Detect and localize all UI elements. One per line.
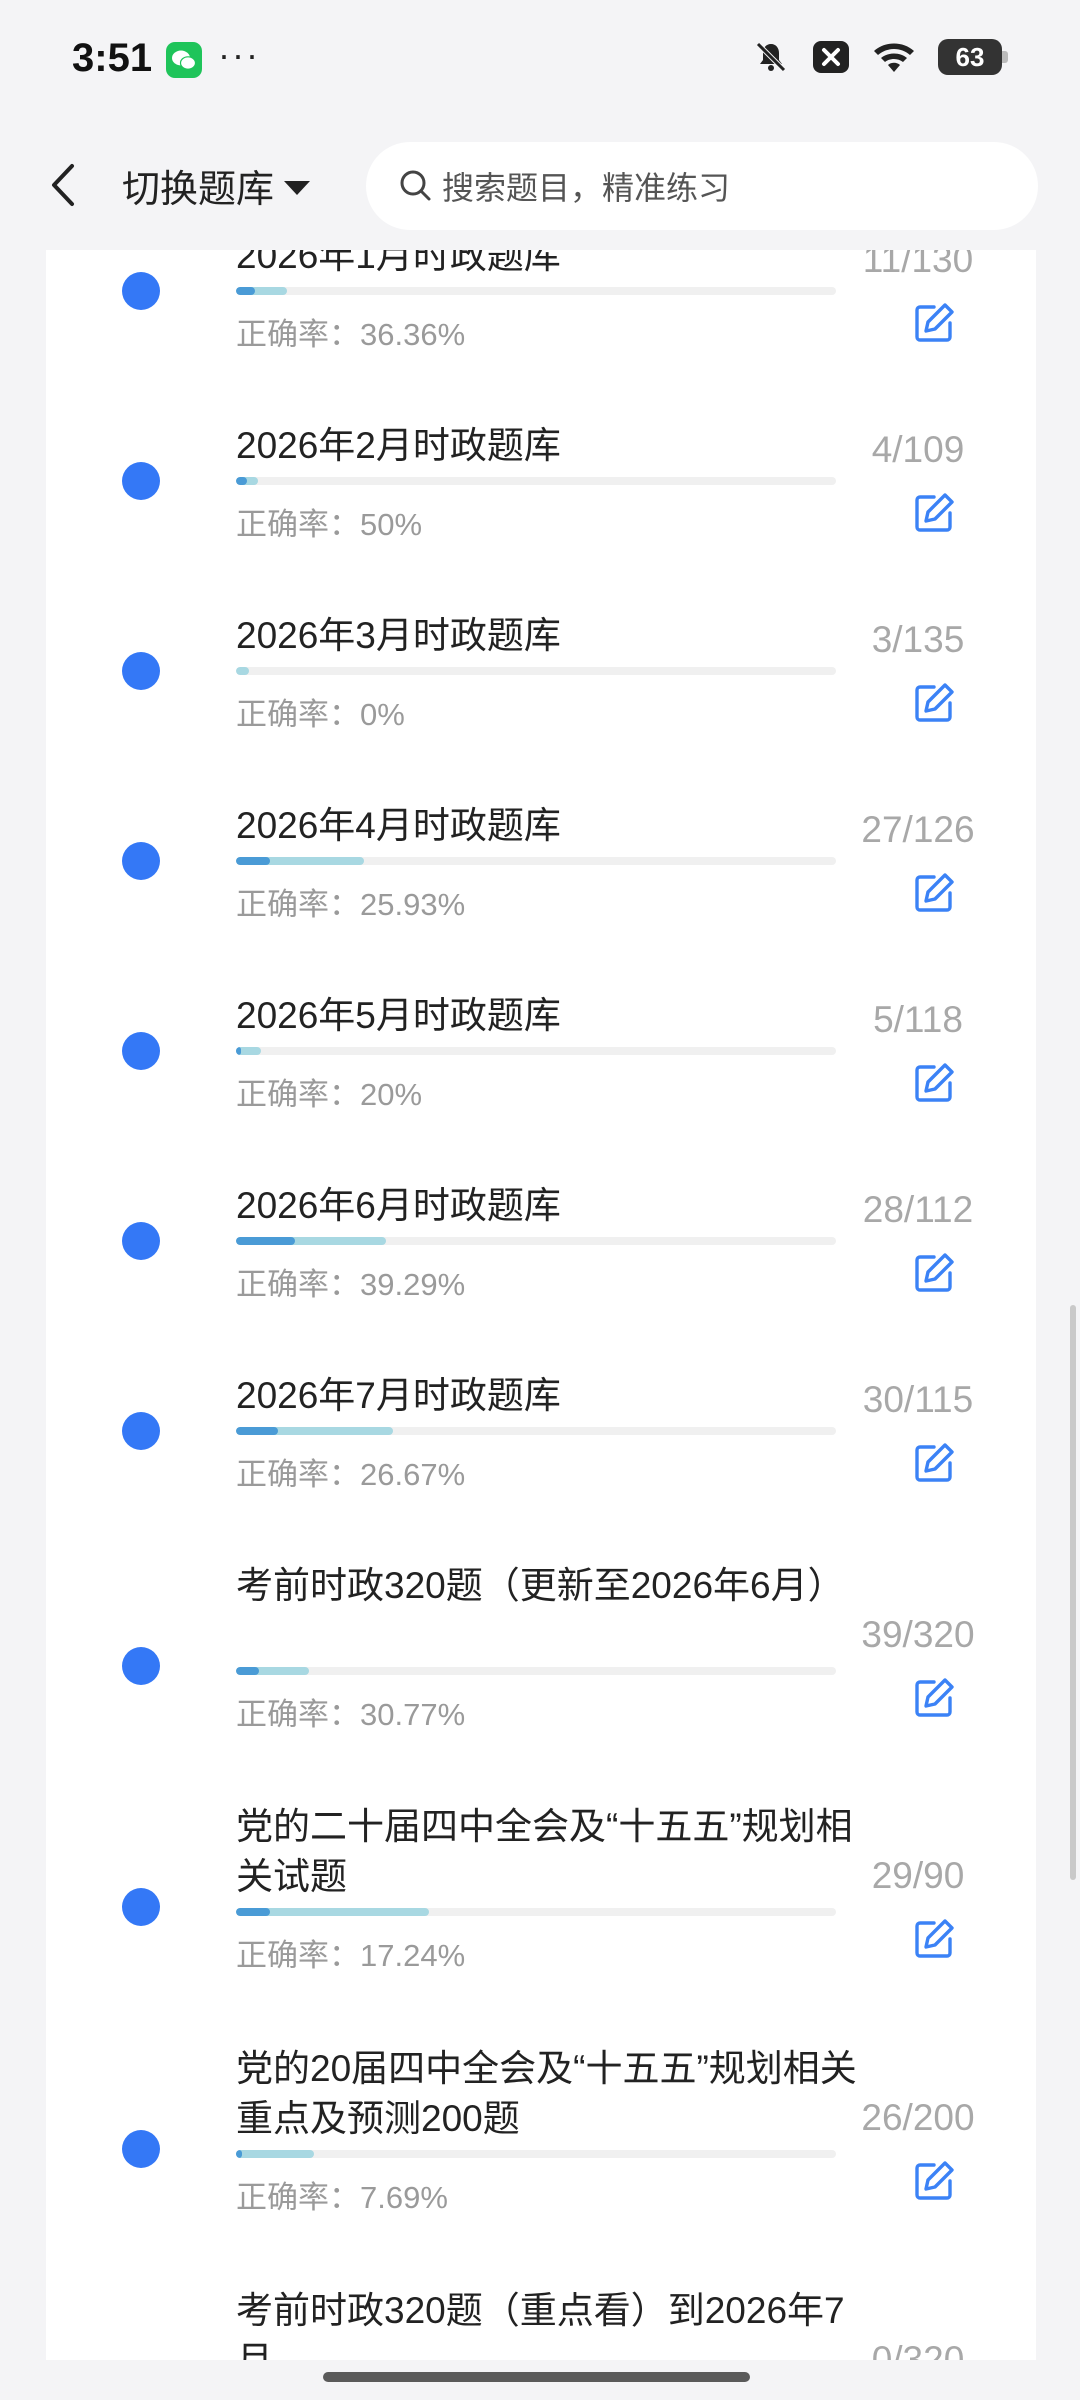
progress-correct (236, 2150, 242, 2158)
bullet-dot (122, 652, 160, 690)
home-indicator[interactable] (323, 2372, 750, 2382)
progress-count: 3/135 (871, 619, 965, 660)
progress-bar (236, 1047, 836, 1055)
question-bank-item[interactable]: 2026年1月时政题库 正确率：36.36% 11/130 (46, 250, 1036, 352)
progress-correct (236, 287, 255, 295)
bullet-dot (122, 1032, 160, 1070)
progress-bar (236, 477, 836, 485)
question-bank-title: 党的20届四中全会及“十五五”规划相关重点及预测200题 (236, 2048, 857, 2139)
status-time: 3:51 (72, 36, 153, 80)
progress-bar (236, 1427, 836, 1435)
progress-count: 30/115 (862, 1379, 974, 1420)
bullet-dot (122, 462, 160, 500)
progress-correct (236, 477, 247, 485)
question-bank-title: 2026年2月时政题库 (236, 425, 561, 466)
caret-down-icon (284, 180, 311, 195)
progress-bar (236, 857, 836, 865)
search-input[interactable]: 搜索题目，精准练习 (366, 142, 1038, 230)
question-bank-title: 2026年6月时政题库 (236, 1185, 561, 1226)
status-bar: 3:51 ··· 63 (0, 0, 1080, 120)
progress-bar (236, 1237, 836, 1245)
top-bar: 切换题库 搜索题目，精准练习 (0, 120, 1080, 250)
progress-correct (236, 1047, 241, 1055)
progress-correct (236, 1427, 278, 1435)
progress-answered (236, 2150, 314, 2158)
question-bank-title: 2026年4月时政题库 (236, 805, 561, 846)
question-bank-item[interactable]: 考前时政320题（更新至2026年6月） 正确率：30.77% 39/320 (46, 1479, 1036, 1732)
question-bank-item[interactable]: 2026年7月时政题库 正确率：26.67% 30/115 (46, 1289, 1036, 1492)
progress-count: 29/90 (871, 1855, 965, 1896)
progress-count: 26/200 (861, 2097, 975, 2138)
progress-bar (236, 2150, 836, 2158)
progress-answered (236, 667, 250, 675)
edit-practice-icon[interactable] (912, 2159, 956, 2203)
question-bank-item[interactable]: 2026年5月时政题库 正确率：20% 5/118 (46, 909, 1036, 1112)
progress-count: 39/320 (861, 1614, 975, 1655)
edit-practice-icon[interactable] (912, 1676, 956, 1720)
question-bank-item[interactable]: 党的二十届四中全会及“十五五”规划相关试题 正确率：17.24% 29/90 (46, 1720, 1036, 1973)
scrollbar[interactable] (1070, 1305, 1076, 1880)
progress-correct (236, 857, 270, 865)
edit-practice-icon[interactable] (912, 1917, 956, 1961)
switch-question-bank-button[interactable]: 切换题库 (122, 158, 311, 213)
bullet-dot (122, 1412, 160, 1450)
search-placeholder: 搜索题目，精准练习 (442, 170, 731, 206)
question-bank-title: 2026年5月时政题库 (236, 995, 561, 1036)
bullet-dot (122, 842, 160, 880)
progress-count: 11/130 (862, 250, 974, 280)
question-bank-item[interactable]: 党的20届四中全会及“十五五”规划相关重点及预测200题 正确率：7.69% 26/… (46, 1962, 1036, 2215)
question-bank-item[interactable]: 2026年4月时政题库 正确率：25.93% 27/126 (46, 719, 1036, 922)
bullet-dot (122, 2130, 160, 2168)
more-notifications-icon: ··· (218, 34, 260, 75)
progress-count: 28/112 (862, 1189, 974, 1230)
question-bank-title: 2026年1月时政题库 (236, 250, 561, 276)
question-bank-item[interactable]: 2026年3月时政题库 正确率：0% 3/135 (46, 529, 1036, 732)
question-bank-title: 2026年7月时政题库 (236, 1375, 561, 1416)
question-bank-title: 2026年3月时政题库 (236, 615, 561, 656)
wifi-icon (874, 43, 914, 72)
question-bank-item[interactable]: 考前时政320题（重点看）到2026年7月 0/320 (46, 2204, 1036, 2360)
notification-close-icon (813, 41, 849, 73)
progress-count: 27/126 (861, 809, 975, 850)
question-bank-item[interactable]: 2026年6月时政题库 正确率：39.29% 28/112 (46, 1099, 1036, 1302)
mute-bell-icon (756, 42, 786, 72)
question-bank-list: 2026年1月时政题库 正确率：36.36% 11/130 2026年2月时政题库 正确… (46, 250, 1036, 2360)
bullet-dot (122, 1888, 160, 1926)
question-bank-title: 考前时政320题（更新至2026年6月） (236, 1565, 845, 1606)
progress-count: 5/118 (873, 999, 963, 1040)
back-arrow-icon[interactable] (42, 158, 86, 212)
progress-bar (236, 1667, 836, 1675)
question-bank-title: 党的二十届四中全会及“十五五”规划相关试题 (236, 1806, 853, 1897)
bullet-dot (122, 1647, 160, 1685)
switch-question-bank-label: 切换题库 (122, 169, 275, 211)
bullet-dot (122, 272, 160, 310)
bullet-dot (122, 1222, 160, 1260)
progress-bar (236, 1908, 836, 1916)
progress-count: 0/320 (871, 2339, 965, 2360)
progress-correct (236, 1908, 270, 1916)
wechat-icon (166, 42, 202, 78)
progress-correct (236, 1237, 295, 1245)
progress-bar (236, 287, 836, 295)
question-bank-item[interactable]: 2026年2月时政题库 正确率：50% 4/109 (46, 339, 1036, 542)
battery-icon: 63 (938, 39, 1008, 75)
question-bank-title: 考前时政320题（重点看）到2026年7月 (236, 2290, 845, 2360)
progress-bar (236, 667, 836, 675)
progress-count: 4/109 (871, 429, 965, 470)
progress-correct (236, 1667, 259, 1675)
search-icon (400, 170, 431, 201)
